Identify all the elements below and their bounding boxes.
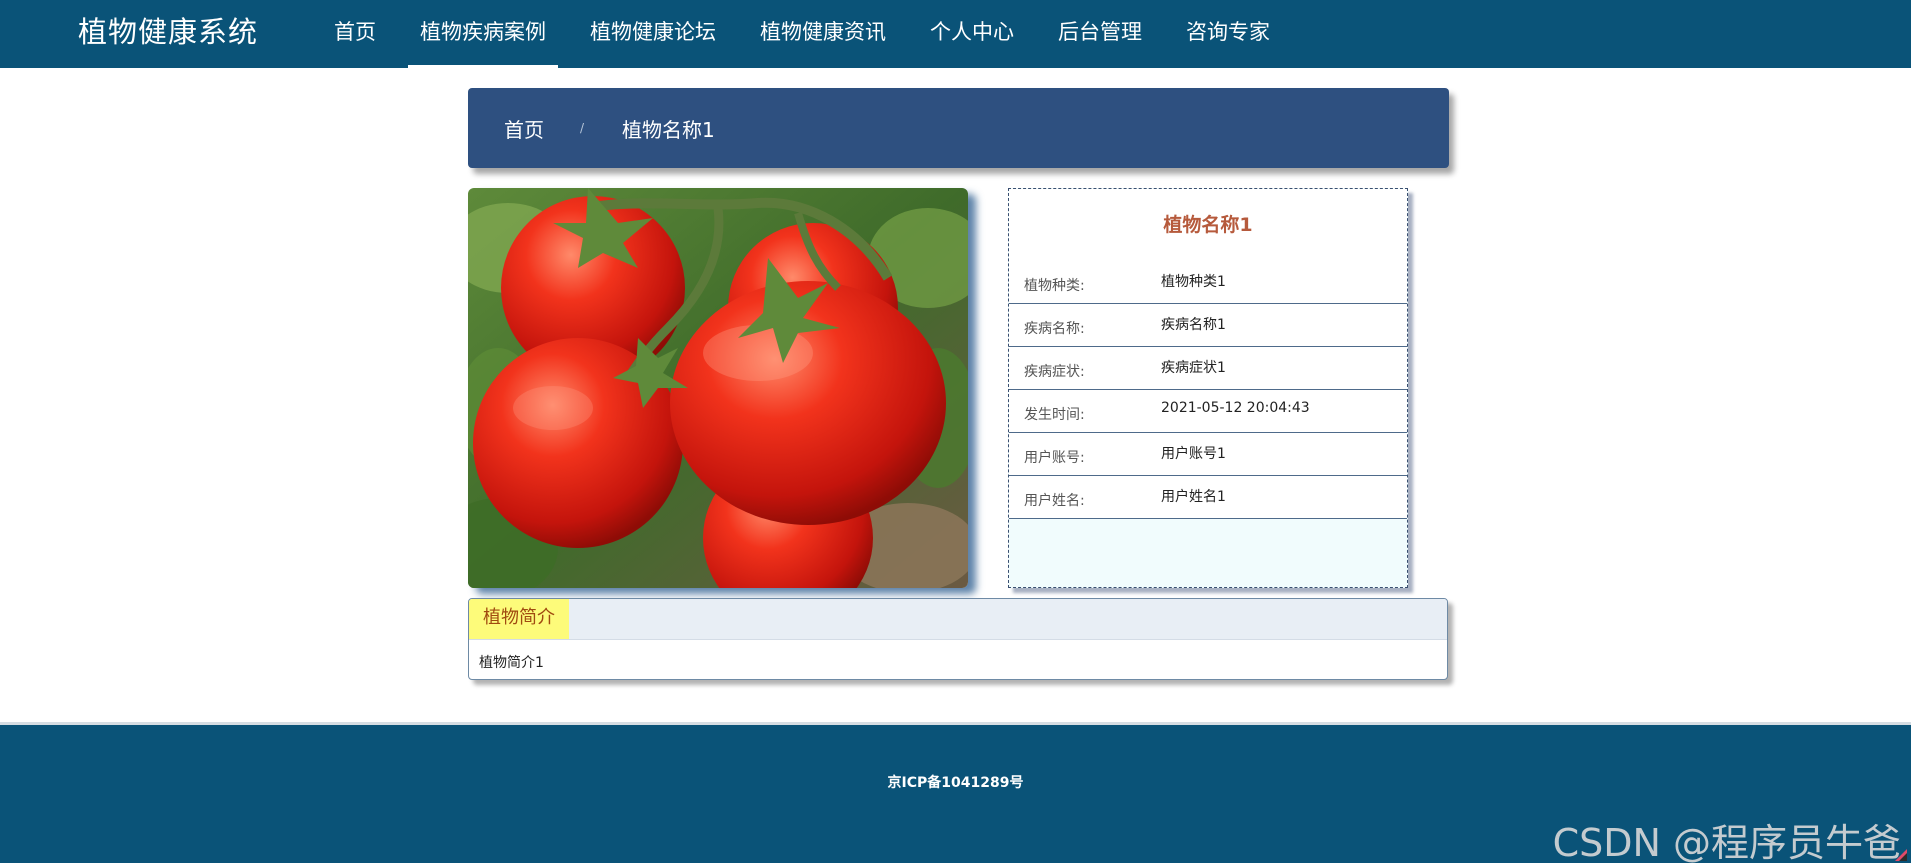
nav-item-profile[interactable]: 个人中心: [918, 0, 1026, 68]
detail-row: 植物种类: 植物种类1: [1009, 261, 1407, 304]
breadcrumb-current: 植物名称1: [622, 117, 715, 142]
detail-value: 用户账号1: [1161, 446, 1226, 462]
intro-content: 植物简介1: [479, 655, 544, 671]
intro-tab-bar: 植物简介: [469, 599, 1447, 640]
detail-row: 发生时间: 2021-05-12 20:04:43: [1009, 390, 1407, 433]
main-nav: 首页 植物疾病案例 植物健康论坛 植物健康资讯 个人中心 后台管理 咨询专家: [322, 0, 1302, 68]
detail-value: 2021-05-12 20:04:43: [1161, 400, 1310, 416]
nav-item-forum[interactable]: 植物健康论坛: [578, 0, 728, 68]
breadcrumb-separator: /: [580, 121, 585, 135]
detail-value: 用户姓名1: [1161, 489, 1226, 505]
detail-value: 疾病名称1: [1161, 317, 1226, 333]
footer: 京ICP备1041289号 CSDN @程序员牛爸: [0, 722, 1911, 865]
nav-item-consult-expert[interactable]: 咨询专家: [1174, 0, 1282, 68]
plant-intro-panel: 植物简介 植物简介1: [468, 598, 1448, 680]
csdn-watermark: CSDN @程序员牛爸: [1552, 821, 1901, 865]
corner-resize-icon: [1893, 847, 1909, 863]
site-brand[interactable]: 植物健康系统: [78, 12, 258, 52]
detail-label: 疾病症状:: [1024, 364, 1085, 380]
detail-label: 用户姓名:: [1024, 493, 1085, 509]
detail-label: 发生时间:: [1024, 407, 1085, 423]
nav-item-home[interactable]: 首页: [322, 0, 388, 68]
nav-item-disease-cases[interactable]: 植物疾病案例: [408, 0, 558, 68]
tab-plant-intro[interactable]: 植物简介: [469, 599, 569, 639]
icp-license: 京ICP备1041289号: [887, 775, 1024, 791]
plant-photo: [468, 188, 968, 588]
detail-row: 疾病名称: 疾病名称1: [1009, 304, 1407, 347]
detail-value: 疾病症状1: [1161, 360, 1226, 376]
detail-row: 用户账号: 用户账号1: [1009, 433, 1407, 476]
nav-item-news[interactable]: 植物健康资讯: [748, 0, 898, 68]
detail-value: 植物种类1: [1161, 274, 1226, 290]
detail-row: 用户姓名: 用户姓名1: [1009, 476, 1407, 519]
detail-label: 疾病名称:: [1024, 321, 1085, 337]
breadcrumb-home-link[interactable]: 首页: [504, 114, 544, 143]
detail-title: 植物名称1: [1163, 214, 1253, 236]
detail-row: 疾病症状: 疾病症状1: [1009, 347, 1407, 390]
top-navbar: 植物健康系统 首页 植物疾病案例 植物健康论坛 植物健康资讯 个人中心 后台管理…: [0, 0, 1911, 68]
breadcrumb: 首页 / 植物名称1: [468, 88, 1449, 168]
detail-label: 用户账号:: [1024, 450, 1085, 466]
nav-item-admin[interactable]: 后台管理: [1046, 0, 1154, 68]
detail-label: 植物种类:: [1024, 278, 1085, 294]
detail-header: 植物名称1: [1009, 189, 1407, 261]
plant-detail-panel: 植物名称1 植物种类: 植物种类1 疾病名称: 疾病名称1 疾病症状: 疾病症状…: [1008, 188, 1408, 588]
